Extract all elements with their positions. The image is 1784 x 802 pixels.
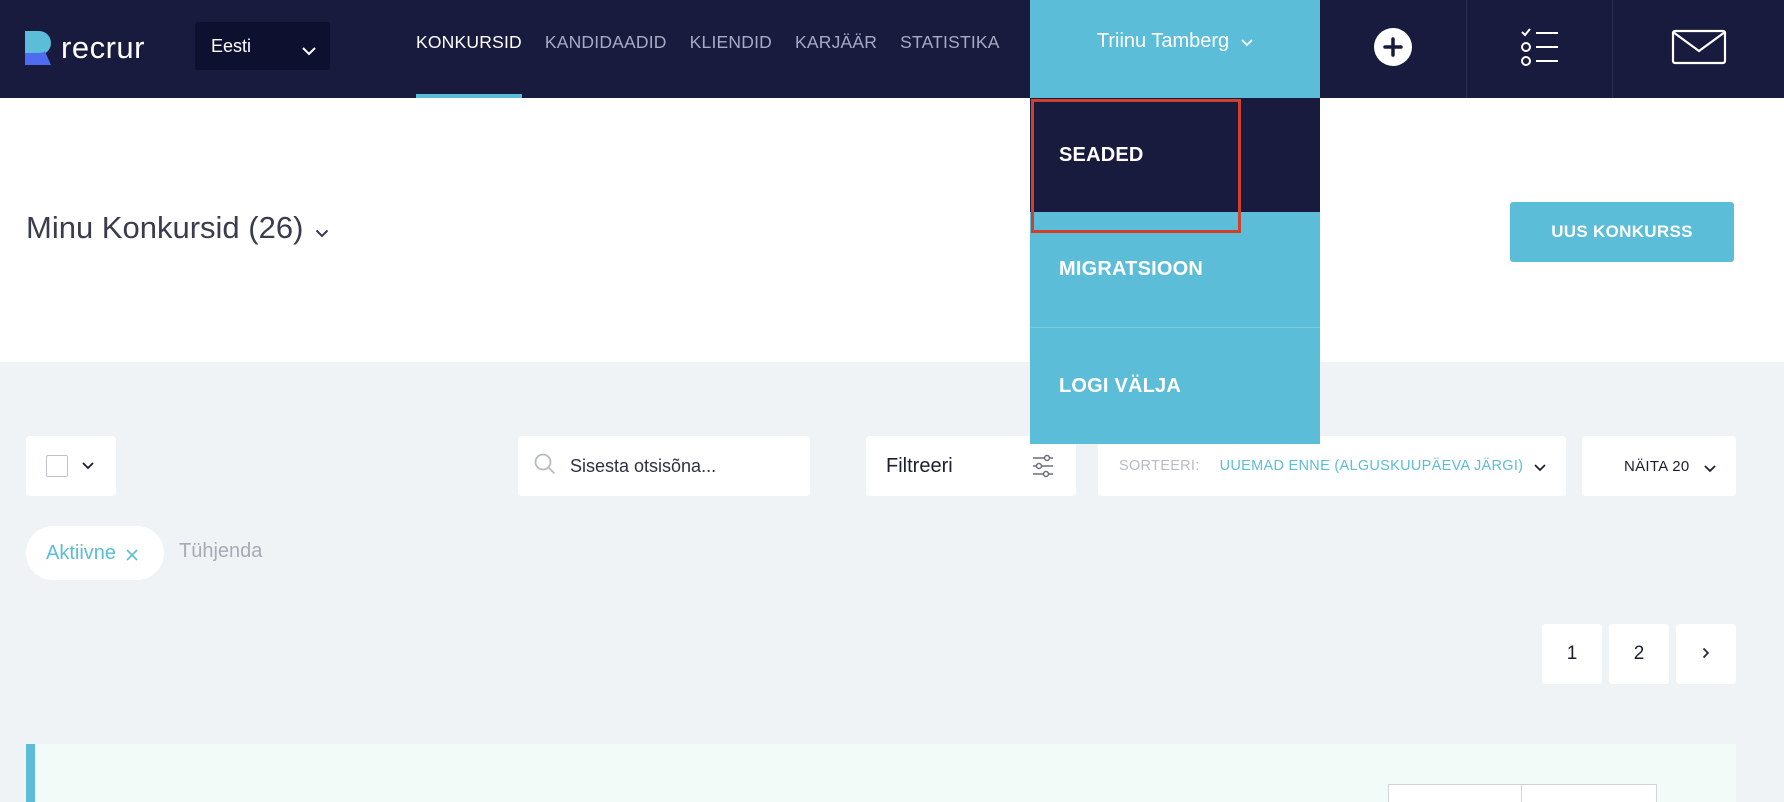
- new-competition-button[interactable]: UUS KONKURSS: [1510, 202, 1734, 262]
- card-action-tab[interactable]: [1521, 784, 1657, 802]
- language-select[interactable]: Eesti: [195, 22, 330, 70]
- card-action-tab[interactable]: [1388, 784, 1522, 802]
- logo-text: recrur: [61, 30, 145, 65]
- search-icon: [534, 453, 556, 480]
- menu-item-settings[interactable]: SEADED: [1030, 98, 1320, 233]
- select-all-dropdown[interactable]: [26, 436, 116, 496]
- page-size-label: NÄITA 20: [1624, 457, 1690, 475]
- filter-chip-label: Aktiivne: [46, 541, 117, 564]
- tasks-button[interactable]: [1466, 0, 1612, 98]
- plus-icon: [1373, 27, 1413, 72]
- sort-label: SORTEERI:: [1119, 458, 1200, 474]
- pagination-page-2[interactable]: 2: [1609, 624, 1669, 684]
- menu-item-label: MIGRATSIOON: [1059, 258, 1204, 280]
- filter-label: Filtreeri: [886, 454, 953, 477]
- chevron-down-icon: [1534, 460, 1546, 476]
- menu-item-logout[interactable]: LOGI VÄLJA: [1030, 328, 1320, 444]
- logo[interactable]: recrur: [25, 28, 145, 68]
- sort-value: UUEMAD ENNE (ALGUSKUUPÄEVA JÄRGI): [1219, 458, 1524, 474]
- chevron-down-icon[interactable]: [82, 457, 94, 475]
- add-button[interactable]: [1320, 0, 1466, 98]
- select-all-checkbox[interactable]: [46, 455, 68, 477]
- nav-item-statistika[interactable]: STATISTIKA: [900, 0, 1000, 98]
- mail-icon: [1671, 29, 1727, 70]
- menu-item-label: SEADED: [1059, 143, 1144, 166]
- nav-item-kliendid[interactable]: KLIENDID: [690, 0, 772, 98]
- pagination-page-1[interactable]: 1: [1542, 624, 1602, 684]
- chevron-down-icon: [1704, 460, 1716, 477]
- page-title: Minu Konkursid (26): [26, 210, 304, 245]
- nav-item-karjaar[interactable]: KARJÄÄR: [795, 0, 877, 98]
- nav-item-kandidaadid[interactable]: KANDIDAADID: [545, 0, 667, 98]
- messages-button[interactable]: [1612, 0, 1784, 98]
- filter-chip-active: Aktiivne: [26, 526, 164, 580]
- chevron-right-icon: [1702, 643, 1710, 665]
- user-name: Triinu Tamberg: [1096, 29, 1230, 52]
- user-menu-toggle[interactable]: Triinu Tamberg: [1030, 0, 1320, 98]
- search-input[interactable]: [570, 455, 790, 477]
- nav-item-konkursid[interactable]: KONKURSID: [416, 0, 522, 98]
- close-icon[interactable]: [126, 544, 138, 567]
- top-navbar: recrur Eesti KONKURSID KANDIDAADID KLIEN…: [0, 0, 1784, 98]
- main-nav: KONKURSID KANDIDAADID KLIENDID KARJÄÄR S…: [416, 0, 1023, 98]
- page-header: Minu Konkursid (26) UUS KONKURSS: [0, 98, 1784, 362]
- menu-item-migration[interactable]: MIGRATSIOON: [1030, 212, 1320, 328]
- filter-button[interactable]: Filtreeri: [866, 436, 1076, 496]
- chevron-down-icon: [302, 40, 316, 61]
- chevron-down-icon: [1241, 30, 1253, 53]
- page-title-dropdown[interactable]: Minu Konkursid (26): [26, 210, 329, 246]
- menu-item-label: LOGI VÄLJA: [1059, 374, 1182, 397]
- search-box: [518, 436, 810, 496]
- pagination-next-button[interactable]: [1676, 624, 1736, 684]
- clear-filters-link[interactable]: Tühjenda: [179, 540, 262, 563]
- chevron-down-icon: [315, 210, 329, 246]
- language-selected-value: Eesti: [211, 35, 252, 56]
- page-size-dropdown[interactable]: NÄITA 20: [1582, 436, 1736, 496]
- recrur-logo-icon: [25, 31, 51, 65]
- user-dropdown-menu: SEADED MIGRATSIOON LOGI VÄLJA: [1030, 98, 1320, 444]
- sort-dropdown[interactable]: SORTEERI: UUEMAD ENNE (ALGUSKUUPÄEVA JÄR…: [1098, 436, 1566, 496]
- sliders-icon: [1032, 454, 1054, 484]
- checklist-icon: [1520, 27, 1560, 72]
